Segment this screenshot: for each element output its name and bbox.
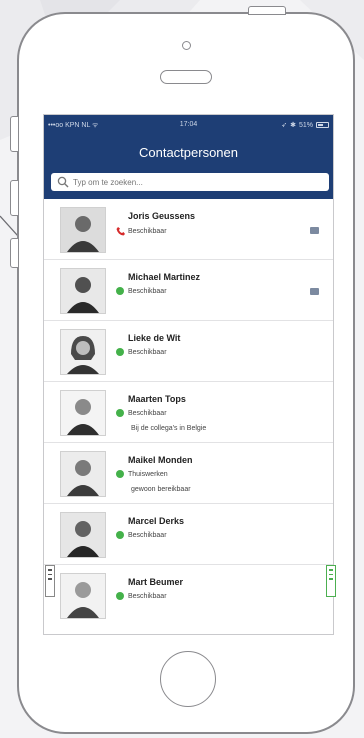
chat-bubble-icon[interactable]	[310, 288, 319, 295]
location-icon: ➶	[281, 122, 288, 129]
available-dot	[116, 470, 124, 478]
contact-name: Maikel Monden	[128, 455, 193, 465]
avatar	[60, 573, 106, 619]
avatar	[60, 390, 106, 436]
status-text: Thuiswerken	[128, 470, 168, 478]
status-note: gewoon bereikbaar	[131, 486, 191, 493]
avatar	[60, 451, 106, 497]
contact-name: Lieke de Wit	[128, 333, 181, 343]
contact-list: Joris Geussens Beschikbaar Michael Marti…	[44, 199, 333, 634]
mute-switch	[10, 238, 19, 268]
home-button[interactable]	[160, 651, 216, 707]
status-text: Beschikbaar	[128, 409, 167, 417]
list-item[interactable]: Mart Beumer Beschikbaar	[44, 565, 333, 626]
chat-bubble-icon[interactable]	[310, 227, 319, 234]
list-item[interactable]: Maikel Monden Thuiswerken gewoon bereikb…	[44, 443, 333, 504]
power-button	[248, 6, 286, 15]
app-screen: •••oo KPN NL ᯤ 17:04 ➶ ✱ 51% Contactpers…	[43, 114, 334, 635]
left-drawer-handle[interactable]	[45, 565, 55, 597]
presence: Beschikbaar	[116, 592, 167, 600]
search-bar[interactable]	[51, 173, 329, 191]
camera-icon	[182, 41, 191, 50]
presence: Beschikbaar	[116, 287, 167, 295]
available-dot	[116, 592, 124, 600]
avatar	[60, 268, 106, 314]
presence: Beschikbaar	[116, 226, 167, 236]
battery-icon	[316, 122, 329, 128]
presence: Beschikbaar	[116, 348, 167, 356]
contact-name: Mart Beumer	[128, 577, 184, 587]
status-text: Beschikbaar	[128, 287, 167, 295]
app-header: •••oo KPN NL ᯤ 17:04 ➶ ✱ 51% Contactpers…	[44, 115, 333, 199]
status-text: Beschikbaar	[128, 592, 167, 600]
available-dot	[116, 287, 124, 295]
list-item[interactable]: Lieke de Wit Beschikbaar	[44, 321, 333, 382]
presence: Beschikbaar	[116, 409, 167, 417]
list-item[interactable]: Joris Geussens Beschikbaar	[44, 199, 333, 260]
volume-up-button	[10, 116, 19, 152]
avatar	[60, 329, 106, 375]
available-dot	[116, 348, 124, 356]
status-text: Beschikbaar	[128, 348, 167, 356]
avatar	[60, 207, 106, 253]
phone-handset-icon	[116, 227, 125, 236]
contact-name: Michael Martinez	[128, 272, 201, 282]
earpiece	[160, 70, 212, 84]
search-input[interactable]	[73, 177, 303, 187]
search-icon	[57, 173, 73, 191]
available-dot	[116, 409, 124, 417]
contact-name: Joris Geussens	[128, 211, 196, 221]
right-drawer-handle[interactable]	[326, 565, 336, 597]
status-right: ➶ ✱ 51%	[281, 121, 329, 129]
avatar	[60, 512, 106, 558]
status-text: Beschikbaar	[128, 531, 167, 539]
contact-name: Marcel Derks	[128, 516, 185, 526]
volume-down-button	[10, 180, 19, 216]
presence: Beschikbaar	[116, 531, 167, 539]
bluetooth-icon: ✱	[290, 122, 296, 129]
list-item[interactable]: Maarten Tops Beschikbaar Bij de collega'…	[44, 382, 333, 443]
available-dot	[116, 531, 124, 539]
status-bar: •••oo KPN NL ᯤ 17:04 ➶ ✱ 51%	[48, 121, 329, 133]
status-text: Beschikbaar	[128, 227, 167, 235]
battery-percent: 51%	[298, 121, 313, 129]
list-item[interactable]: Marcel Derks Beschikbaar	[44, 504, 333, 565]
presence: Thuiswerken	[116, 470, 168, 478]
status-note: Bij de collega's in Belgie	[131, 425, 207, 432]
contact-name: Maarten Tops	[128, 394, 186, 404]
page-title: Contactpersonen	[138, 145, 238, 160]
list-item[interactable]: Michael Martinez Beschikbaar	[44, 260, 333, 321]
